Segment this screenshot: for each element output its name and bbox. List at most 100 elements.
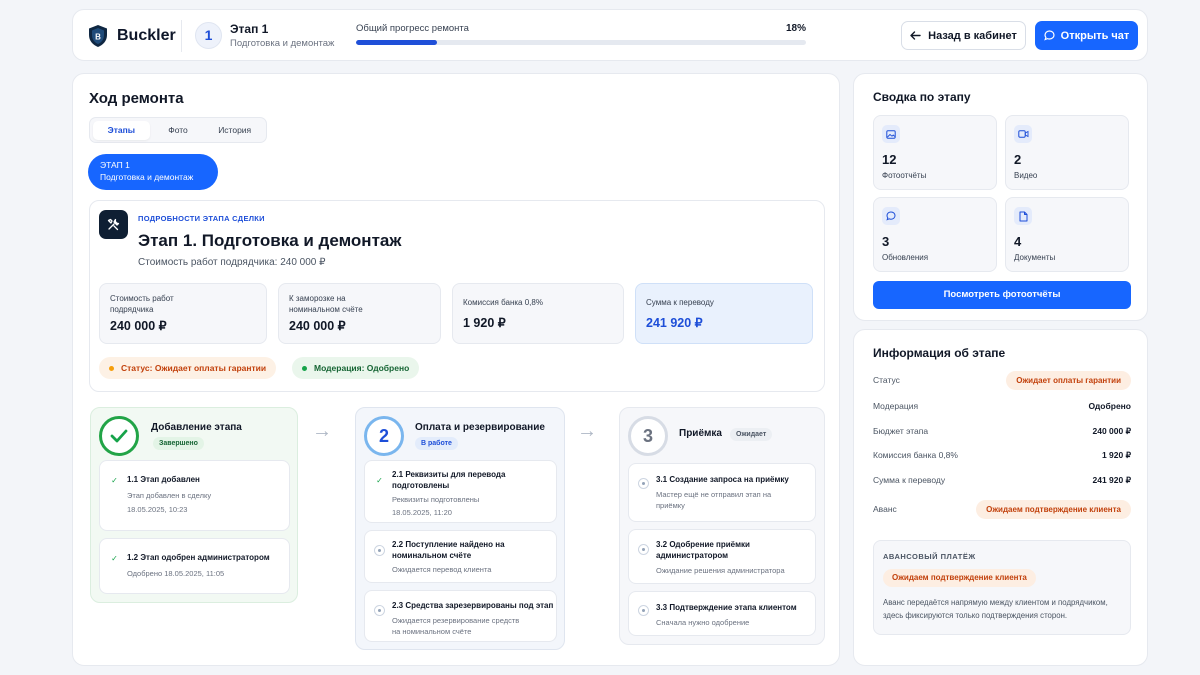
step-card: 3.3 Подтверждение этапа клиентом Сначала…	[628, 591, 816, 636]
pending-dot-icon	[374, 545, 385, 556]
step-subtitle: Мастер ещё не отправил этап на	[656, 490, 772, 499]
stat-documents[interactable]: 4 Документы	[1005, 197, 1129, 272]
tools-icon	[99, 210, 128, 239]
svg-text:B: B	[95, 33, 101, 42]
advance-status-pill: Ожидаем подтверждение клиента	[883, 569, 1036, 587]
progress-label: Общий прогресс ремонта	[356, 23, 469, 34]
step-subtitle-cont: на номинальном счёте	[392, 627, 472, 636]
kpi-freeze-amount: К заморозке на номинальном счёте 240 000…	[278, 283, 441, 344]
kpi-value: 240 000 ₽	[289, 319, 346, 333]
step-subtitle: Сначала нужно одобрение	[656, 618, 750, 627]
top-bar: B Buckler 1 Этап 1 Подготовка и демонтаж…	[72, 9, 1148, 61]
stage-pill-label: ЭТАП 1	[100, 160, 130, 170]
advance-payment-card: АВАНСОВЫЙ ПЛАТЁЖ Ожидаем подтверждение к…	[873, 540, 1131, 635]
tab-stages[interactable]: Этапы	[93, 120, 150, 140]
image-icon	[882, 125, 900, 143]
step-title: 3.2 Одобрение приёмки	[656, 540, 750, 549]
stat-label: Видео	[1014, 171, 1038, 180]
stage-summary-panel: Сводка по этапу 12 Фотоотчёты 2 Видео 3 …	[853, 73, 1148, 321]
column-number: 3	[628, 416, 668, 456]
column-title: Приёмка	[679, 428, 722, 439]
info-key: Статус	[873, 375, 900, 385]
kpi-label: Сумма к переводу	[646, 298, 714, 307]
info-row-status: Статус Ожидает оплаты гарантии	[873, 371, 1131, 390]
info-key: Аванс	[873, 504, 897, 514]
moderation-badge: Модерация: Одобрено	[292, 357, 420, 379]
advance-heading: АВАНСОВЫЙ ПЛАТЁЖ	[883, 552, 976, 561]
back-to-cabinet-button[interactable]: Назад в кабинет	[901, 21, 1026, 50]
step-date: 18.05.2025, 10:23	[127, 505, 188, 514]
stage-title: Этап 1	[230, 22, 269, 36]
step-title-cont: администратором	[656, 551, 729, 560]
step-date: 18.05.2025, 11:20	[392, 508, 452, 517]
stat-photo-reports[interactable]: 12 Фотоотчёты	[873, 115, 997, 190]
advance-description: Аванс передаётся напрямую между клиентом…	[883, 598, 1108, 620]
stat-label: Фотоотчёты	[882, 171, 927, 180]
info-row-budget: Бюджет этапа 240 000 ₽	[873, 422, 1131, 440]
summary-title: Сводка по этапу	[873, 90, 971, 104]
column-number: 2	[364, 416, 404, 456]
step-subtitle: Реквизиты подготовлены	[392, 495, 480, 504]
column-status-badge: Ожидает	[730, 428, 773, 441]
details-title: Этап 1. Подготовка и демонтаж	[138, 231, 402, 250]
pending-dot-icon	[638, 605, 649, 616]
document-icon	[1014, 207, 1032, 225]
info-value: 1 920 ₽	[1101, 450, 1131, 460]
stage-selector-pill[interactable]: ЭТАП 1 Подготовка и демонтаж	[88, 154, 218, 190]
info-key: Модерация	[873, 401, 919, 411]
status-pill: Ожидает оплаты гарантии	[1006, 371, 1131, 390]
arrow-right-icon: →	[577, 420, 597, 442]
step-title: 1.2 Этап одобрен администратором	[127, 553, 270, 562]
info-row-commission: Комиссия банка 0,8% 1 920 ₽	[873, 446, 1131, 464]
info-value: 241 920 ₽	[1092, 475, 1132, 485]
stat-videos[interactable]: 2 Видео	[1005, 115, 1129, 190]
message-icon	[882, 207, 900, 225]
kpi-contractor-cost: Стоимость работ подрядчика 240 000 ₽	[99, 283, 267, 344]
stat-label: Документы	[1014, 253, 1056, 262]
details-subtitle: Стоимость работ подрядчика: 240 000 ₽	[138, 257, 326, 268]
kpi-transfer-sum: Сумма к переводу 241 920 ₽	[635, 283, 813, 344]
stat-value: 3	[882, 234, 890, 249]
column-status-badge: В работе	[415, 437, 458, 450]
stage-column-payment: 2 Оплата и резервирование В работе ✓ 2.1…	[355, 407, 565, 650]
video-icon	[1014, 125, 1032, 143]
step-subtitle: Ожидается резервирование средств	[392, 616, 520, 625]
step-title: 3.3 Подтверждение этапа клиентом	[656, 603, 797, 612]
info-key: Бюджет этапа	[873, 426, 929, 436]
stage-info-panel: Информация об этапе Статус Ожидает оплат…	[853, 329, 1148, 666]
repair-progress-panel: Ход ремонта Этапы Фото История ЭТАП 1 По…	[72, 73, 840, 666]
step-title-cont: подготовлены	[392, 481, 450, 490]
stat-value: 2	[1014, 152, 1022, 167]
stage-column-acceptance: 3 Приёмка Ожидает 3.1 Создание запроса н…	[619, 407, 825, 645]
back-button-label: Назад в кабинет	[928, 29, 1017, 42]
stage-column-added: Добавление этапа Завершено ✓ 1.1 Этап до…	[90, 407, 298, 603]
step-subtitle: Этап добавлен в сделку	[127, 491, 212, 500]
status-dot	[109, 365, 114, 371]
kpi-label: Стоимость работ подрядчика	[110, 294, 174, 314]
check-circle-icon	[99, 416, 139, 456]
info-row-advance: Аванс Ожидаем подтверждение клиента	[873, 500, 1131, 519]
progress-bar	[356, 40, 806, 45]
open-chat-button[interactable]: Открыть чат	[1035, 21, 1138, 50]
kpi-bank-commission: Комиссия банка 0,8% 1 920 ₽	[452, 283, 624, 344]
check-icon: ✓	[376, 476, 383, 485]
chat-icon	[1043, 30, 1055, 41]
info-value: Одобрено	[1088, 401, 1131, 411]
tab-photos[interactable]: Фото	[150, 121, 207, 140]
step-title: 2.2 Поступление найдено на	[392, 540, 505, 549]
page-title: Ход ремонта	[89, 90, 184, 107]
kpi-label: К заморозке на номинальном счёте	[289, 294, 363, 314]
step-title-cont: номинальном счёте	[392, 551, 472, 560]
tab-history[interactable]: История	[206, 121, 263, 140]
view-photo-reports-button[interactable]: Посмотреть фотоотчёты	[873, 281, 1131, 309]
step-title: 3.1 Создание запроса на приёмку	[656, 475, 789, 484]
buckler-shield-logo: B	[89, 25, 107, 47]
check-icon: ✓	[111, 554, 118, 563]
step-card: 2.2 Поступление найдено на номинальном с…	[364, 530, 557, 583]
pending-dot-icon	[638, 478, 649, 489]
kpi-value: 241 920 ₽	[646, 316, 703, 330]
step-title: 2.1 Реквизиты для перевода	[392, 470, 506, 479]
info-value: 240 000 ₽	[1092, 426, 1132, 436]
stat-updates[interactable]: 3 Обновления	[873, 197, 997, 272]
column-title: Добавление этапа	[151, 422, 242, 433]
